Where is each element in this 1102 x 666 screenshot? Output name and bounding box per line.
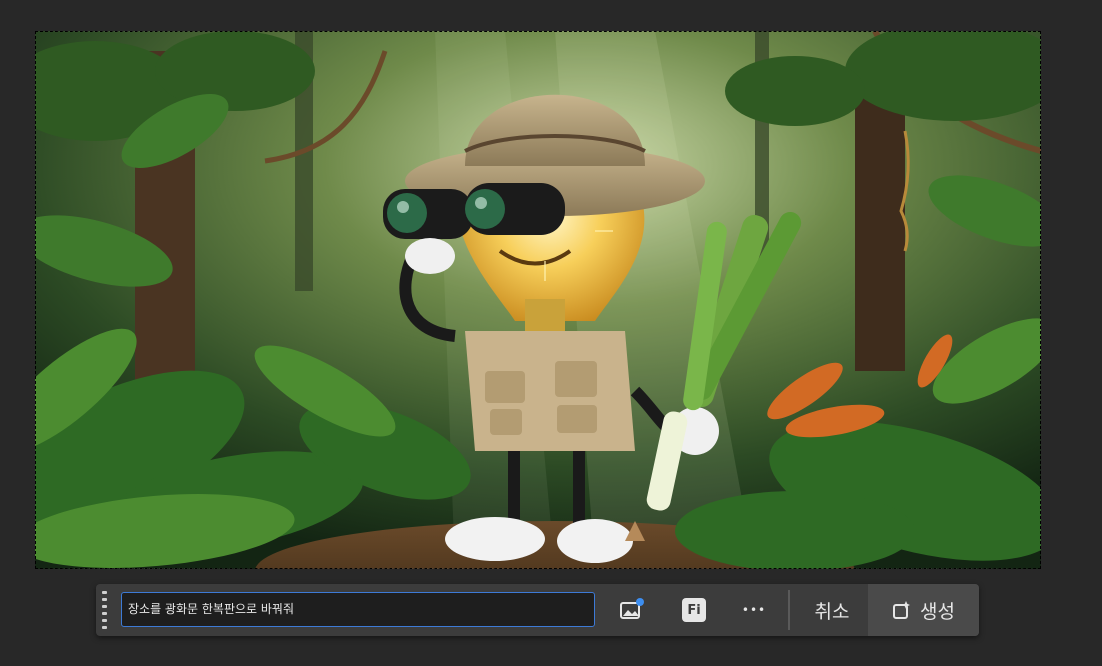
taskbar-divider bbox=[788, 590, 790, 630]
variations-button[interactable] bbox=[614, 592, 650, 628]
cancel-button[interactable]: 취소 bbox=[800, 592, 864, 628]
generate-label: 생성 bbox=[920, 600, 955, 623]
image-sparkle-icon bbox=[620, 598, 644, 619]
generate-button[interactable]: 생성 bbox=[868, 584, 979, 636]
more-icon: ••• bbox=[741, 603, 767, 617]
cancel-label: 취소 bbox=[814, 600, 850, 623]
drag-handle[interactable] bbox=[102, 591, 108, 629]
font-icon: Fi bbox=[682, 598, 706, 622]
contextual-taskbar: 장소를 광화문 한복판으로 바꿔줘 Fi ••• 취소 생성 bbox=[96, 584, 979, 636]
jungle-lightbulb-image bbox=[35, 31, 1041, 569]
canvas-area[interactable]: 장소를 광화문 한복판으로 바꿔줘 Fi ••• 취소 생성 bbox=[0, 0, 1102, 666]
more-options-button[interactable]: ••• bbox=[736, 592, 772, 628]
prompt-input[interactable]: 장소를 광화문 한복판으로 바꿔줘 bbox=[121, 592, 595, 627]
generate-sparkle-icon bbox=[893, 601, 911, 619]
document-image[interactable] bbox=[35, 31, 1041, 569]
font-button[interactable]: Fi bbox=[676, 592, 712, 628]
